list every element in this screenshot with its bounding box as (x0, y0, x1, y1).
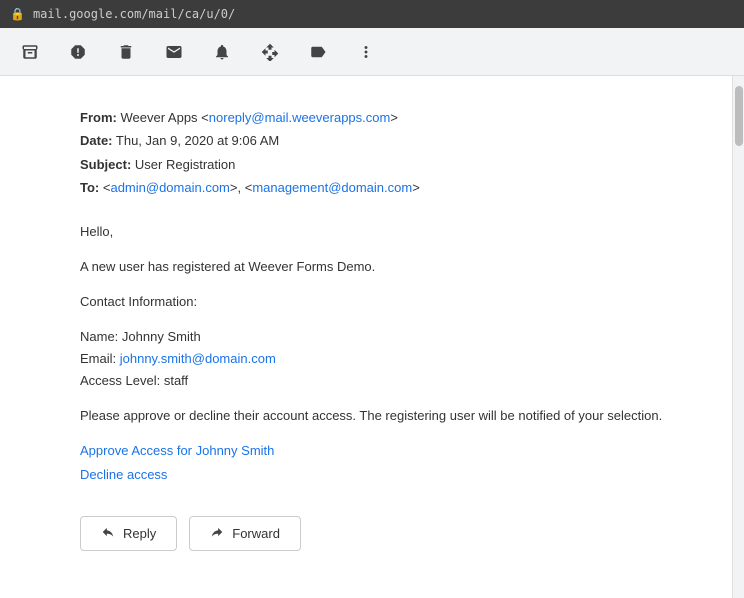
name-line: Name: Johnny Smith (80, 326, 672, 348)
from-label: From: (80, 110, 117, 125)
address-bar: 🔒 mail.google.com/mail/ca/u/0/ (0, 0, 744, 28)
greeting: Hello, (80, 220, 672, 243)
date-line: Date: Thu, Jan 9, 2020 at 9:06 AM (80, 129, 672, 152)
forward-icon (210, 525, 224, 542)
email-line: Email: johnny.smith@domain.com (80, 348, 672, 370)
move-to-icon[interactable] (256, 38, 284, 66)
to-email-2[interactable]: management@domain.com (252, 180, 412, 195)
action-links: Approve Access for Johnny Smith Decline … (80, 439, 672, 486)
email-container: From: Weever Apps <noreply@mail.weeverap… (0, 76, 744, 598)
forward-button[interactable]: Forward (189, 516, 301, 551)
name-label: Name: (80, 329, 118, 344)
email-content: From: Weever Apps <noreply@mail.weeverap… (0, 76, 732, 598)
approve-link[interactable]: Approve Access for Johnny Smith (80, 439, 672, 462)
access-value: staff (164, 373, 188, 388)
contact-header: Contact Information: (80, 290, 672, 313)
approval-message: Please approve or decline their account … (80, 404, 672, 427)
from-line: From: Weever Apps <noreply@mail.weeverap… (80, 106, 672, 129)
to-email-1[interactable]: admin@domain.com (110, 180, 229, 195)
snooze-icon[interactable] (208, 38, 236, 66)
scrollbar-thumb[interactable] (735, 86, 743, 146)
to-line: To: <admin@domain.com>, <management@doma… (80, 176, 672, 199)
spam-icon[interactable] (64, 38, 92, 66)
access-line: Access Level: staff (80, 370, 672, 392)
subject-label: Subject: (80, 157, 131, 172)
email-meta: From: Weever Apps <noreply@mail.weeverap… (80, 106, 672, 200)
to-label: To: (80, 180, 99, 195)
delete-icon[interactable] (112, 38, 140, 66)
user-email-link[interactable]: johnny.smith@domain.com (120, 351, 276, 366)
archive-icon[interactable] (16, 38, 44, 66)
from-email-link[interactable]: noreply@mail.weeverapps.com (209, 110, 391, 125)
label-icon[interactable] (304, 38, 332, 66)
from-name: Weever Apps (120, 110, 197, 125)
contact-info: Name: Johnny Smith Email: johnny.smith@d… (80, 326, 672, 392)
reply-label: Reply (123, 526, 156, 541)
reply-button[interactable]: Reply (80, 516, 177, 551)
access-label: Access Level: (80, 373, 160, 388)
decline-link[interactable]: Decline access (80, 463, 672, 486)
date-label: Date: (80, 133, 113, 148)
more-options-icon[interactable] (352, 38, 380, 66)
email-label: Email: (80, 351, 116, 366)
intro-text: A new user has registered at Weever Form… (80, 255, 672, 278)
email-body: Hello, A new user has registered at Weev… (80, 220, 672, 487)
subject-line: Subject: User Registration (80, 153, 672, 176)
toolbar (0, 28, 744, 76)
scrollbar[interactable] (732, 76, 744, 598)
forward-label: Forward (232, 526, 280, 541)
lock-icon: 🔒 (10, 7, 25, 21)
date-value: Thu, Jan 9, 2020 at 9:06 AM (116, 133, 279, 148)
reply-icon (101, 525, 115, 542)
mark-unread-icon[interactable] (160, 38, 188, 66)
subject-value: User Registration (135, 157, 235, 172)
url-text: mail.google.com/mail/ca/u/0/ (33, 7, 235, 21)
name-value: Johnny Smith (122, 329, 201, 344)
action-buttons: Reply Forward (80, 506, 672, 551)
